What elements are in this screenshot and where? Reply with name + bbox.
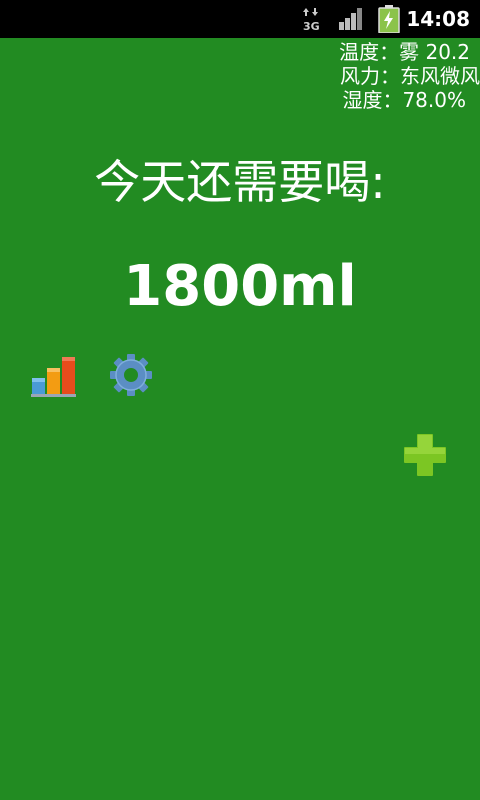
remaining-water-amount: 1800ml [123,254,357,319]
bar-chart-icon[interactable] [30,354,78,400]
weather-info: 温度：雾 20.2 风力：东风微风 湿度：78.0% [339,40,480,112]
weather-wind: 风力：东风微风 [340,64,480,88]
signal-strength-icon [339,8,362,30]
weather-humidity: 湿度：78.0% [342,88,466,112]
plus-icon[interactable] [402,432,448,478]
network-3g-icon: 3G [303,8,320,32]
gear-icon[interactable] [108,352,154,398]
network-label: 3G [303,20,320,32]
status-clock: 14:08 [406,7,470,31]
battery-charging-icon [378,5,400,33]
weather-temperature: 温度：雾 20.2 [339,40,470,64]
status-bar: 3G 14:08 [0,0,480,38]
remaining-water-title: 今天还需要喝: [94,155,386,209]
